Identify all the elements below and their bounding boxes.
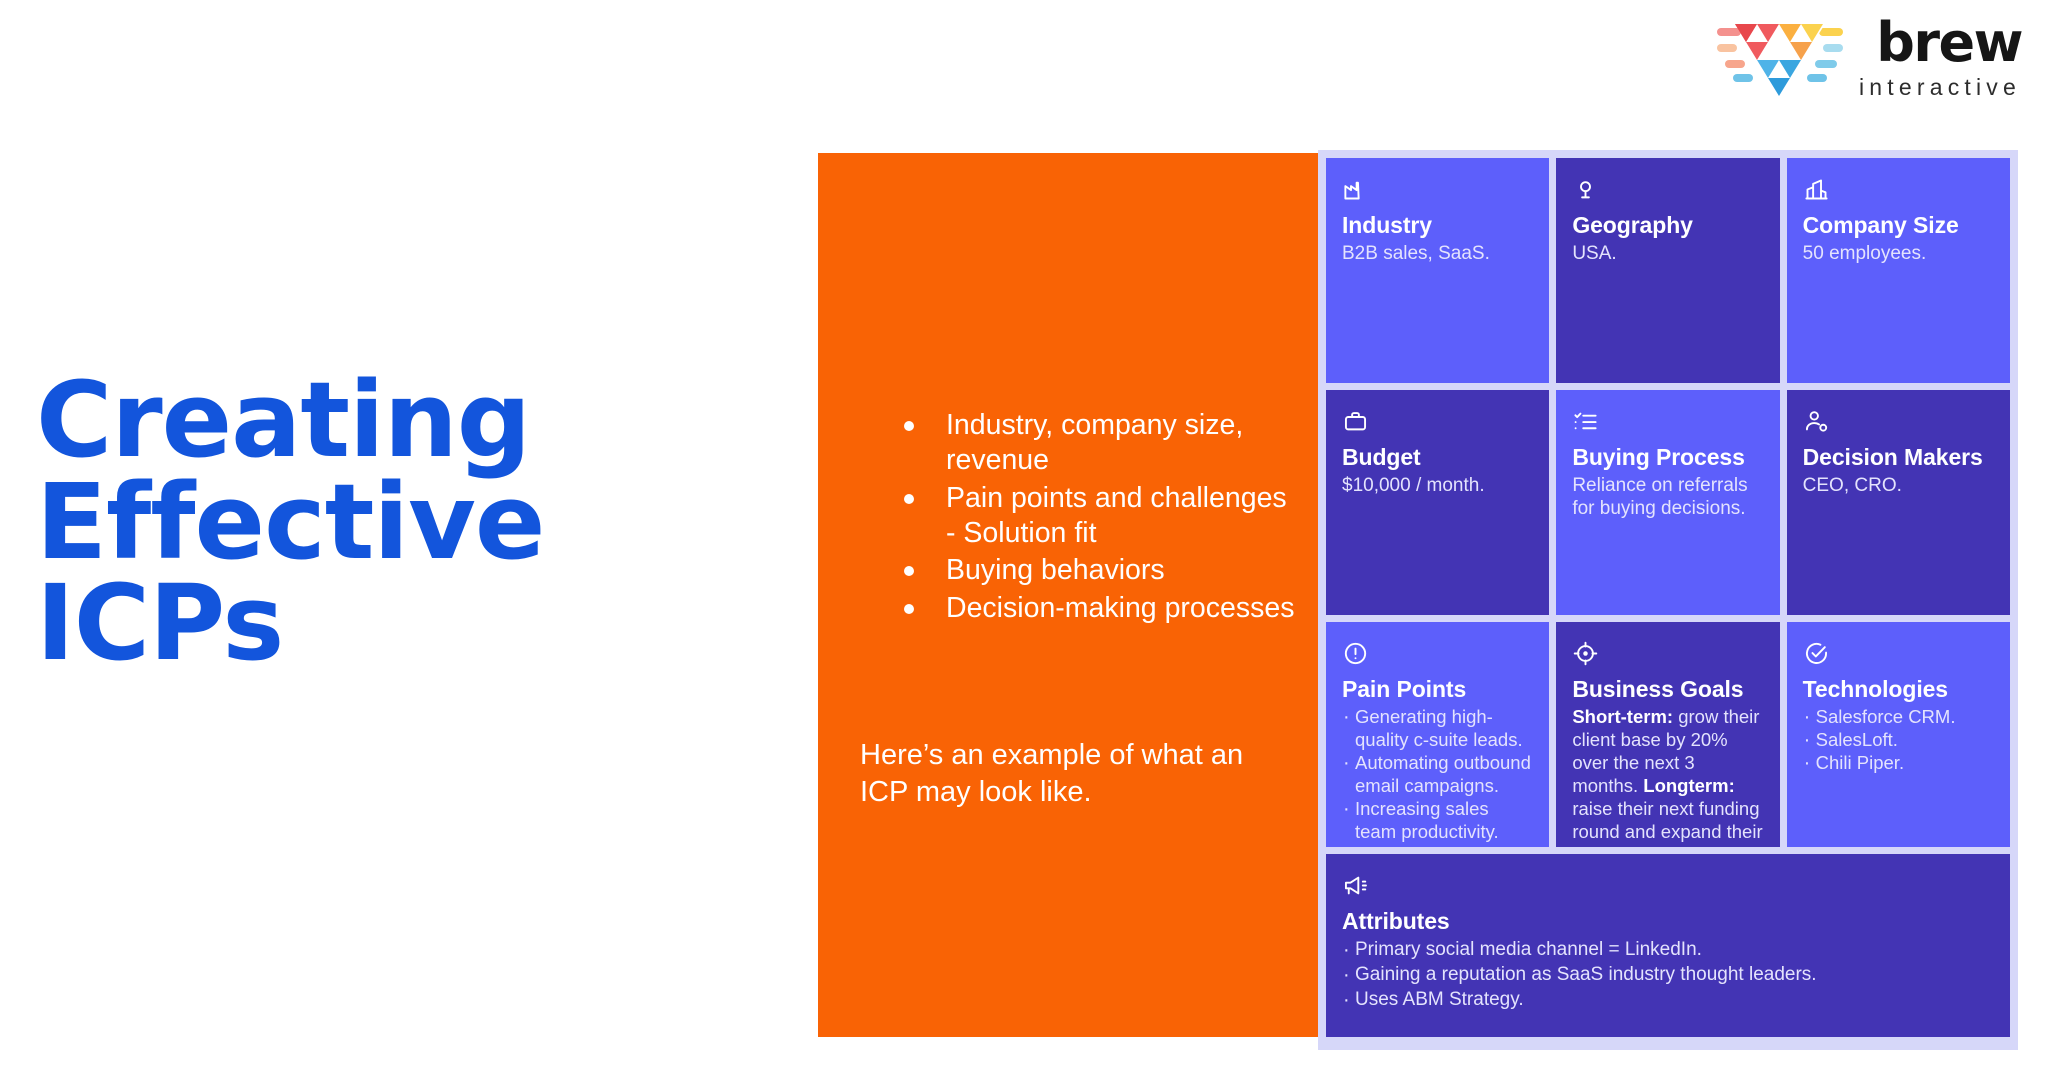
icp-grid-row: Budget $10,000 / month. Buying Process Reli…	[1326, 390, 2010, 615]
brand-logo: brew interactive	[1715, 10, 2024, 100]
icp-card-bullet: Gaining a reputation as SaaS industry th…	[1342, 962, 1994, 988]
page-title: Creating Effective ICPs	[36, 358, 545, 685]
icp-card-title: Budget	[1342, 444, 1421, 470]
icp-card-decision-makers[interactable]: Decision Makers CEO, CRO.	[1786, 390, 2010, 615]
icp-card-bullet: SalesLoft.	[1803, 728, 1994, 753]
icp-grid-row: Industry B2B sales, SaaS. Geography USA. Com…	[1326, 158, 2010, 383]
icp-card-attributes[interactable]: Attributes Primary social media channel =…	[1326, 854, 2010, 1037]
briefcase-icon	[1342, 408, 1533, 436]
icp-card-pain-points[interactable]: Pain Points Generating high-quality c-sui…	[1326, 622, 1550, 847]
icp-criteria-item: Decision-making processes	[876, 591, 1296, 626]
icp-criteria-item: Pain points and challenges - Solution fi…	[876, 481, 1296, 552]
icp-card-subtitle: USA.	[1572, 243, 1617, 265]
icp-card-company-size[interactable]: Company Size 50 employees.	[1786, 158, 2010, 383]
checklist-icon	[1572, 408, 1763, 436]
icp-card-bullet-list: Primary social media channel = LinkedIn.…	[1342, 937, 1994, 1013]
icp-card-title: Geography	[1572, 212, 1693, 238]
icp-card-bullet-list: Salesforce CRM.SalesLoft.Chili Piper.	[1803, 705, 1994, 776]
icp-card-subtitle: B2B sales, SaaS.	[1342, 243, 1490, 265]
icp-card-bullet: Generating high-quality c-suite leads.	[1342, 705, 1533, 752]
icp-card-business-goals[interactable]: Business Goals Short-term: grow their cli…	[1556, 622, 1780, 847]
icp-card-bullet: Chili Piper.	[1803, 751, 1994, 776]
icp-card-paragraph-label: Short-term:	[1572, 706, 1674, 728]
brand-tagline: interactive	[1858, 73, 2021, 100]
target-icon	[1572, 640, 1763, 668]
icp-card-bullet-list: Generating high-quality c-suite leads.Au…	[1342, 705, 1533, 844]
icp-card-geography[interactable]: Geography USA.	[1556, 158, 1780, 383]
icp-card-buying-process[interactable]: Buying Process Reliance on referrals for …	[1556, 390, 1780, 615]
icp-card-title: Pain Points	[1342, 676, 1467, 702]
map-pin-icon	[1572, 176, 1763, 204]
icp-card-title: Attributes	[1342, 908, 1450, 934]
alert-circle-icon	[1342, 640, 1533, 668]
icp-grid-row: Pain Points Generating high-quality c-sui…	[1326, 622, 2010, 847]
icp-card-paragraph-text: raise their next funding round and expan…	[1572, 797, 1763, 847]
brand-wordmark: brew interactive	[1858, 10, 2024, 100]
icp-criteria-item: Buying behaviors	[876, 553, 1296, 588]
icp-card-paragraph-label: Longterm:	[1643, 775, 1735, 797]
icp-card-bullet: Increasing sales team productivity.	[1342, 797, 1533, 844]
icp-criteria-item: Industry, company size, revenue	[876, 408, 1296, 479]
icp-card-industry[interactable]: Industry B2B sales, SaaS.	[1326, 158, 1550, 383]
icp-card-bullet: Uses ABM Strategy.	[1342, 987, 1994, 1013]
icp-card-title: Company Size	[1802, 212, 1959, 238]
icp-card-bullet: Automating outbound email campaigns.	[1342, 751, 1533, 798]
office-building-icon	[1803, 176, 1994, 204]
icp-card-title: Decision Makers	[1802, 444, 1983, 470]
brew-triangle-logo-icon	[1715, 14, 1845, 100]
icp-grid-panel: Industry B2B sales, SaaS. Geography USA. Com…	[1318, 150, 2018, 1050]
icp-criteria-list: Industry, company size, revenue Pain poin…	[876, 408, 1296, 628]
example-note: Here’s an example of what an ICP may loo…	[860, 739, 1244, 809]
icp-card-title: Buying Process	[1572, 444, 1745, 470]
factory-icon	[1342, 176, 1533, 204]
orange-content-panel: Industry, company size, revenue Pain poin…	[818, 153, 1318, 1037]
icp-card-subtitle: CEO, CRO.	[1802, 475, 1902, 497]
icp-grid-row: Attributes Primary social media channel =…	[1326, 854, 2010, 1037]
brand-name: brew	[1876, 10, 2023, 74]
icp-card-title: Business Goals	[1572, 676, 1744, 702]
icp-card-subtitle: 50 employees.	[1802, 243, 1927, 265]
icp-card-bullet: Salesforce CRM.	[1803, 705, 1994, 730]
user-settings-icon	[1803, 408, 1994, 436]
icp-card-bullet: Primary social media channel = LinkedIn.	[1342, 937, 1994, 963]
icp-card-title: Technologies	[1802, 676, 1948, 702]
icp-card-technologies[interactable]: Technologies Salesforce CRM.SalesLoft.Chi…	[1786, 622, 2010, 847]
icp-card-subtitle: Reliance on referrals for buying decisio…	[1572, 475, 1748, 520]
icp-card-paragraphs: Short-term: grow their client base by 20…	[1572, 706, 1763, 847]
check-circle-icon	[1803, 640, 1994, 668]
megaphone-icon	[1342, 872, 1994, 900]
icp-card-title: Industry	[1342, 212, 1432, 238]
icp-card-budget[interactable]: Budget $10,000 / month.	[1326, 390, 1550, 615]
icp-card-subtitle: $10,000 / month.	[1342, 475, 1485, 497]
